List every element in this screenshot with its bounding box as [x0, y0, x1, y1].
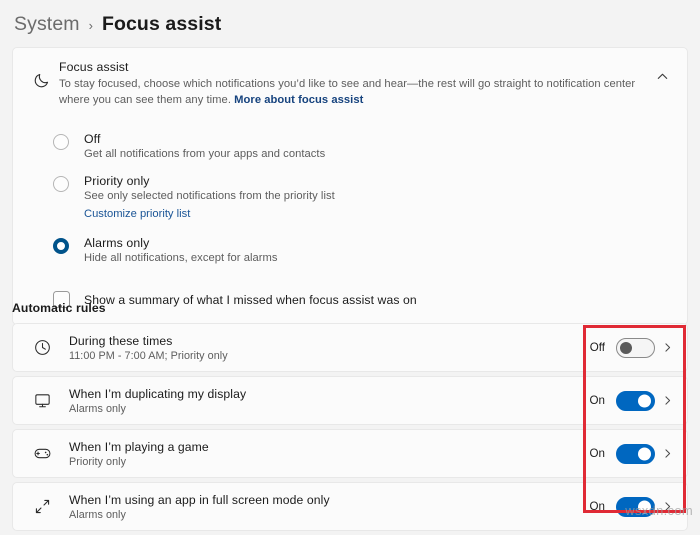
- focus-assist-card: Focus assist To stay focused, choose whi…: [12, 47, 688, 325]
- focus-mode-radio-group: Off Get all notifications from your apps…: [13, 119, 687, 281]
- radio-option-alarms-only[interactable]: Alarms only Hide all notifications, exce…: [13, 229, 687, 271]
- radio-label-priority-only: Priority only: [84, 174, 150, 188]
- rule-title-full-screen-mode: When I’m using an app in full screen mod…: [69, 492, 330, 507]
- gamepad-icon: [25, 444, 59, 463]
- radio-sublabel-priority-only: See only selected notifications from the…: [84, 190, 335, 202]
- rule-title-duplicating-display: When I’m duplicating my display: [69, 386, 247, 401]
- show-summary-label: Show a summary of what I missed when foc…: [84, 292, 417, 307]
- radio-option-off[interactable]: Off Get all notifications from your apps…: [13, 125, 687, 167]
- rule-text-playing-a-game: When I’m playing a game Priority only: [69, 440, 590, 468]
- chevron-up-icon[interactable]: [647, 60, 677, 83]
- breadcrumb-parent-system[interactable]: System: [14, 13, 80, 36]
- rule-state-full-screen-mode: On: [589, 500, 605, 513]
- toggle-knob: [638, 500, 651, 513]
- radio-body-alarms-only: Alarms only Hide all notifications, exce…: [84, 236, 278, 264]
- radio-sublabel-off: Get all notifications from your apps and…: [84, 148, 326, 160]
- rule-sublabel-playing-a-game: Priority only: [69, 455, 127, 468]
- chevron-right-icon[interactable]: [655, 501, 679, 512]
- radio-sublabel-alarms-only: Hide all notifications, except for alarm…: [84, 252, 278, 264]
- focus-assist-title: Focus assist: [59, 60, 129, 74]
- breadcrumb-separator-icon: ›: [88, 18, 93, 33]
- rule-state-playing-a-game: On: [589, 447, 605, 460]
- rule-state-during-these-times: Off: [589, 341, 605, 354]
- moon-icon: [25, 60, 59, 89]
- chevron-right-icon[interactable]: [655, 448, 679, 459]
- rule-toggle-playing-a-game[interactable]: [616, 443, 655, 464]
- rule-state-duplicating-display: On: [589, 394, 605, 407]
- fullscreen-icon: [25, 497, 59, 516]
- rule-text-full-screen-mode: When I’m using an app in full screen mod…: [69, 493, 590, 521]
- rule-toggle-during-these-times[interactable]: [616, 337, 655, 358]
- rule-row-full-screen-mode[interactable]: When I’m using an app in full screen mod…: [12, 482, 688, 531]
- toggle-knob: [638, 447, 651, 460]
- rule-row-playing-a-game[interactable]: When I’m playing a game Priority only On: [12, 429, 688, 478]
- rule-title-during-these-times: During these times: [69, 333, 173, 348]
- radio-body-off: Off Get all notifications from your apps…: [84, 132, 325, 160]
- more-about-focus-assist-link[interactable]: More about focus assist: [234, 94, 363, 106]
- customize-priority-list-link[interactable]: Customize priority list: [84, 208, 190, 220]
- rule-sublabel-during-these-times: 11:00 PM - 7:00 AM; Priority only: [69, 349, 228, 362]
- clock-icon: [25, 338, 59, 357]
- focus-assist-description: To stay focused, choose which notificati…: [59, 77, 641, 108]
- rule-title-playing-a-game: When I’m playing a game: [69, 439, 209, 454]
- chevron-right-icon[interactable]: [655, 342, 679, 353]
- focus-assist-header-text: Focus assist To stay focused, choose whi…: [59, 60, 647, 108]
- radio-indicator-priority-only[interactable]: [53, 176, 69, 192]
- rule-toggle-full-screen-mode[interactable]: [616, 496, 655, 517]
- monitor-icon: [25, 391, 59, 410]
- focus-assist-header: Focus assist To stay focused, choose whi…: [13, 48, 687, 119]
- automatic-rules-list: During these times 11:00 PM - 7:00 AM; P…: [12, 323, 688, 535]
- radio-body-priority-only: Priority only See only selected notifica…: [84, 174, 335, 222]
- page-title: Focus assist: [101, 12, 222, 35]
- radio-option-priority-only[interactable]: Priority only See only selected notifica…: [13, 167, 687, 229]
- radio-label-off: Off: [84, 132, 101, 146]
- radio-label-alarms-only: Alarms only: [84, 236, 150, 250]
- radio-indicator-alarms-only[interactable]: [53, 238, 69, 254]
- toggle-knob: [620, 341, 632, 354]
- chevron-right-icon[interactable]: [655, 395, 679, 406]
- rule-row-duplicating-display[interactable]: When I’m duplicating my display Alarms o…: [12, 376, 688, 425]
- rule-row-during-these-times[interactable]: During these times 11:00 PM - 7:00 AM; P…: [12, 323, 688, 372]
- rule-text-during-these-times: During these times 11:00 PM - 7:00 AM; P…: [69, 334, 590, 362]
- breadcrumb: System › Focus assist: [0, 0, 700, 38]
- rule-sublabel-duplicating-display: Alarms only: [69, 402, 126, 415]
- radio-indicator-off[interactable]: [53, 134, 69, 150]
- rule-text-duplicating-display: When I’m duplicating my display Alarms o…: [69, 387, 590, 415]
- show-summary-checkbox-row[interactable]: Show a summary of what I missed when foc…: [13, 281, 687, 324]
- automatic-rules-heading: Automatic rules: [12, 301, 106, 315]
- rule-toggle-duplicating-display[interactable]: [616, 390, 655, 411]
- toggle-knob: [638, 394, 651, 407]
